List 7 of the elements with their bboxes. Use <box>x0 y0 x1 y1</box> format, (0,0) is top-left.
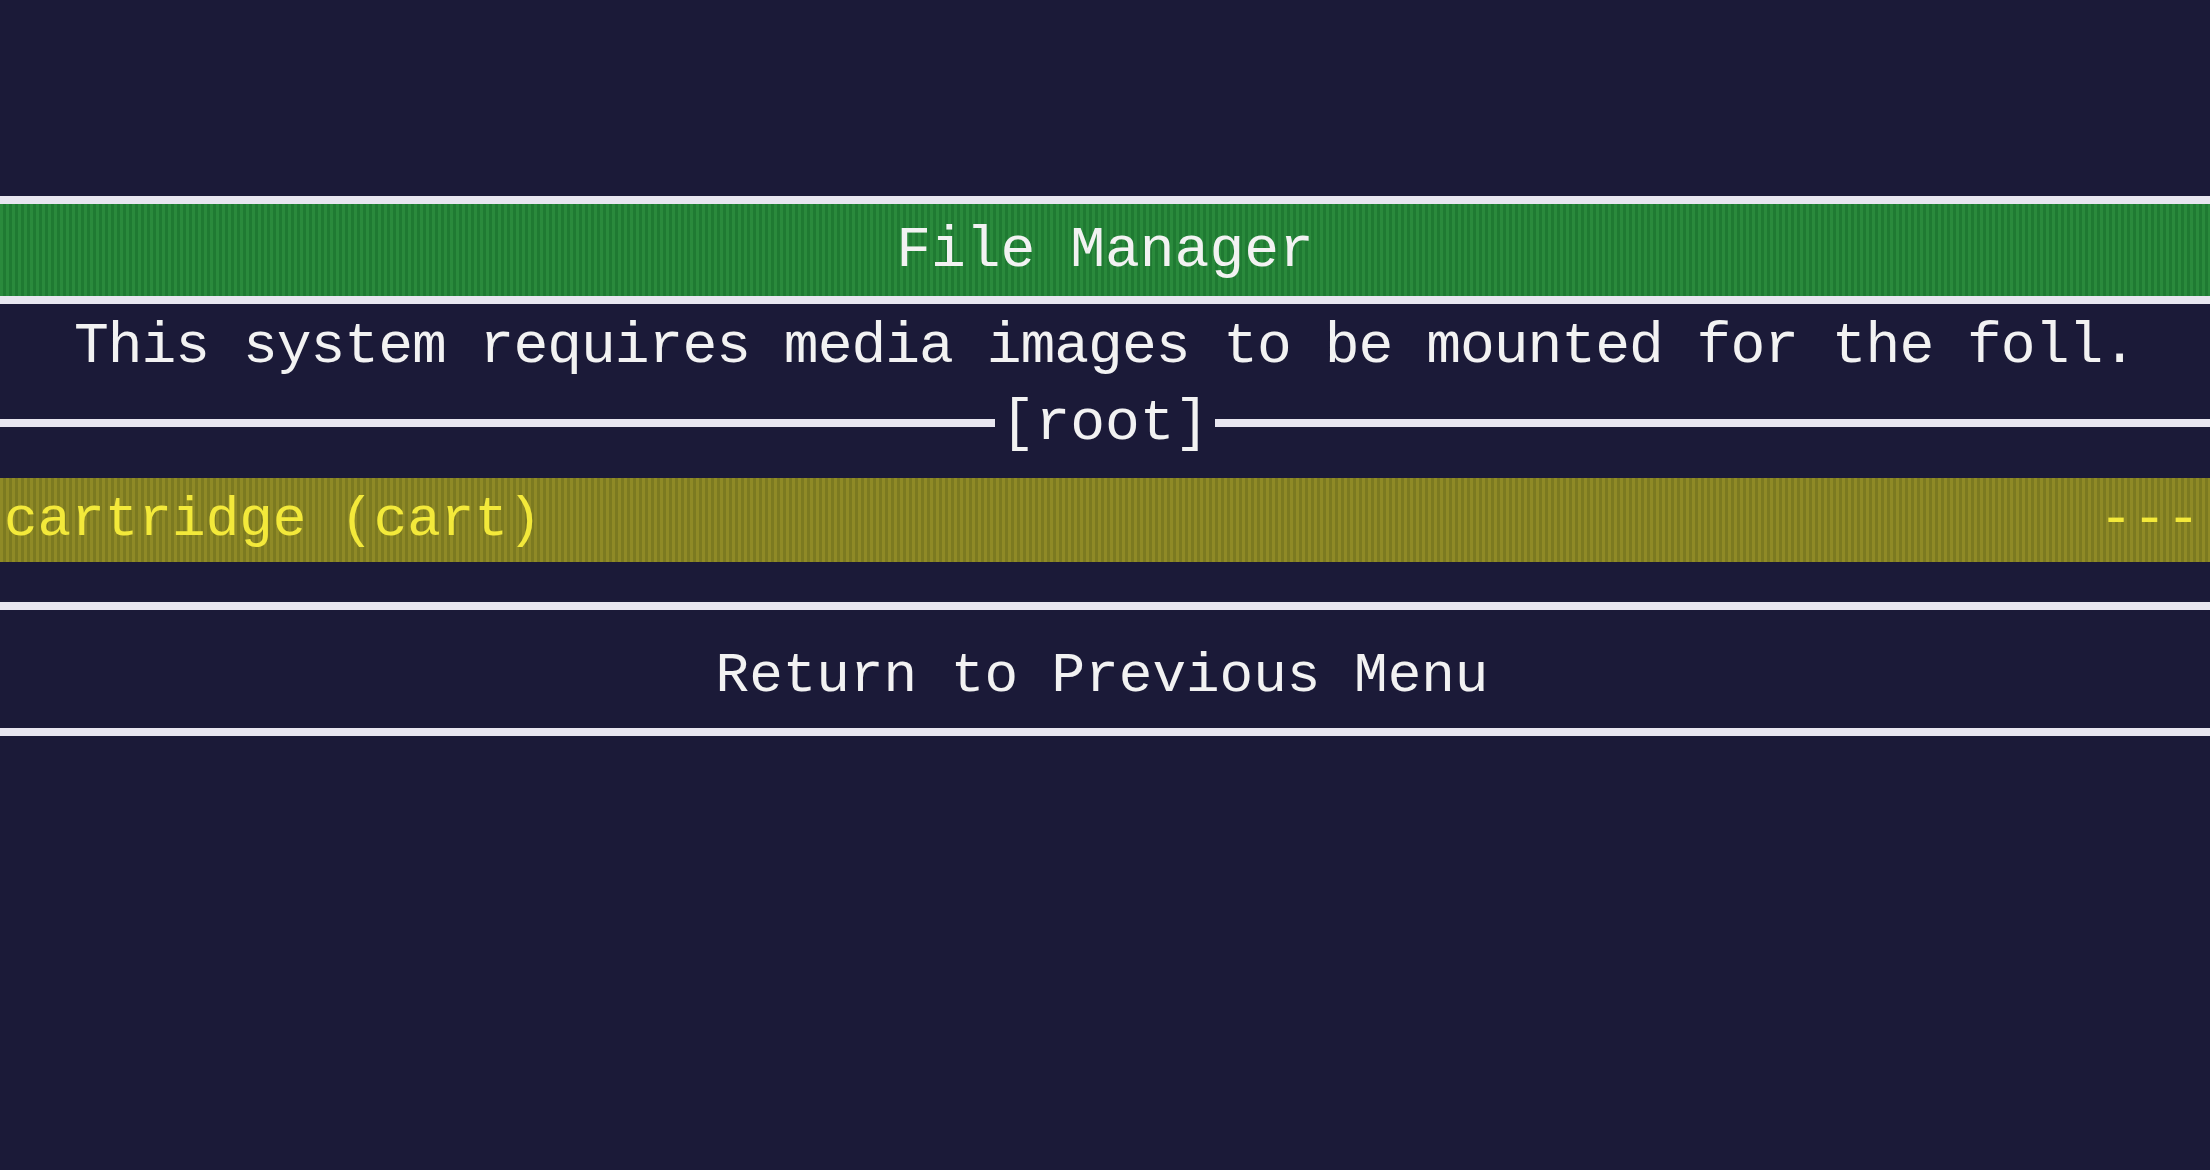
menu-item[interactable]: cartridge (cart) --- <box>0 478 2210 562</box>
item-label: cartridge (cart) <box>4 488 542 552</box>
item-value: --- <box>2099 488 2200 552</box>
title-bar: File Manager <box>0 204 2210 296</box>
message-text: This system requires media images to be mounted for the foll. <box>73 313 2137 379</box>
return-menu-item[interactable]: Return to Previous Menu <box>0 634 2210 718</box>
section-heading: [root] <box>999 390 1211 456</box>
